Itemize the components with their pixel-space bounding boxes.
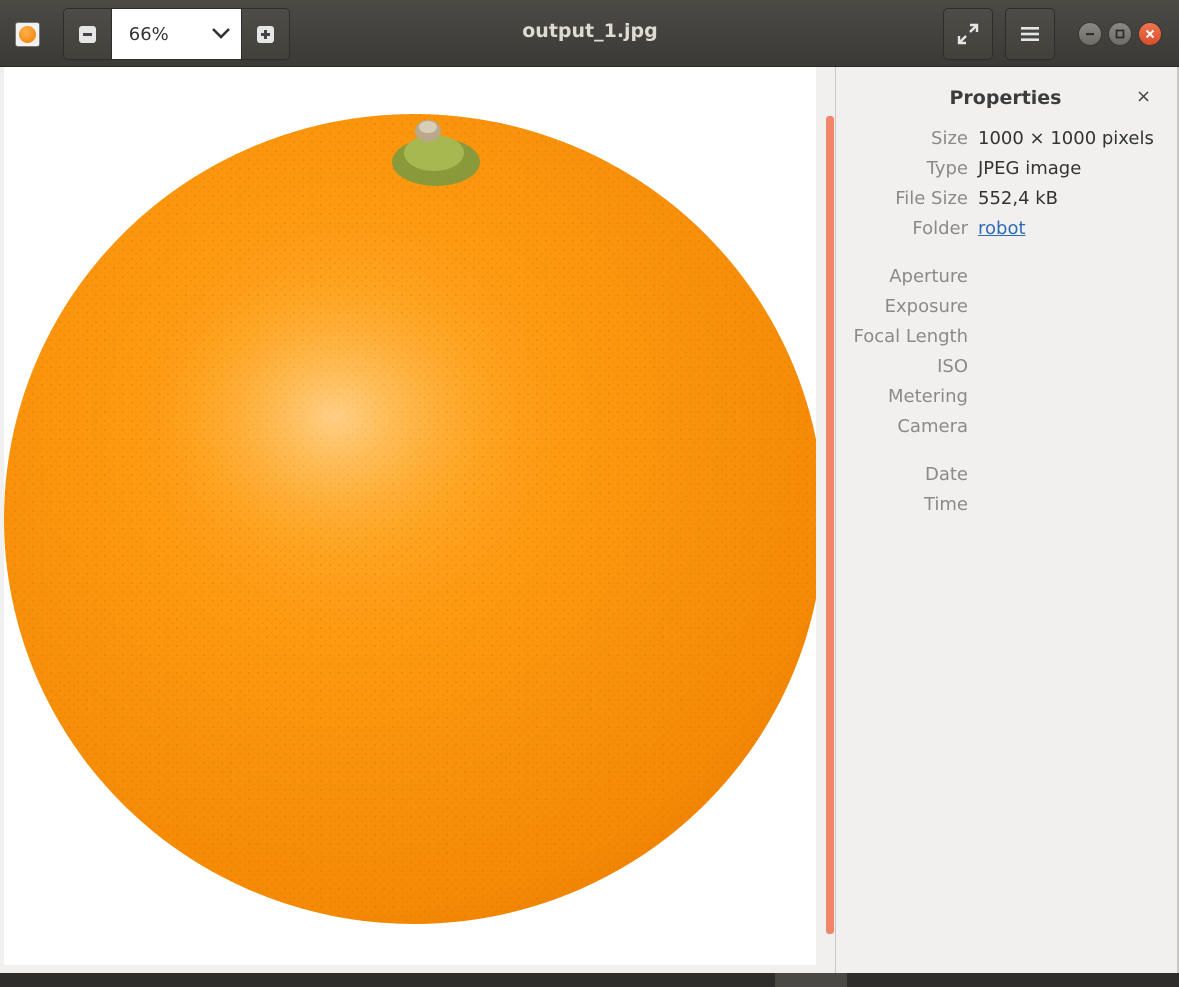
prop-label-exposure: Exposure xyxy=(884,296,968,317)
prop-label-file-size: File Size xyxy=(895,188,968,209)
prop-label-iso: ISO xyxy=(937,356,968,377)
prop-row-size: Size 1000 × 1000 pixels xyxy=(836,128,1177,154)
prop-row-type: Type JPEG image xyxy=(836,158,1177,184)
prop-label-camera: Camera xyxy=(897,416,968,437)
prop-row-date: Date xyxy=(836,464,1177,490)
zoom-level-combo[interactable]: 66% xyxy=(111,9,242,59)
menu-button[interactable] xyxy=(1005,8,1055,60)
prop-row-metering: Metering xyxy=(836,386,1177,412)
prop-row-time: Time xyxy=(836,494,1177,520)
prop-label-time: Time xyxy=(923,494,968,515)
zoom-out-button[interactable] xyxy=(64,9,112,59)
prop-row-iso: ISO xyxy=(836,356,1177,382)
properties-sidebar: Properties × Size 1000 × 1000 pixels Typ… xyxy=(836,67,1177,973)
folder-link[interactable]: robot xyxy=(978,218,1026,239)
prop-row-camera: Camera xyxy=(836,416,1177,442)
fullscreen-button[interactable] xyxy=(943,8,993,60)
vertical-scrollbar[interactable] xyxy=(826,116,834,934)
close-icon xyxy=(1145,29,1155,39)
zoom-level-value: 66% xyxy=(128,23,169,45)
zoom-in-button[interactable] xyxy=(241,9,289,59)
hamburger-icon xyxy=(1021,27,1039,41)
properties-title: Properties xyxy=(949,87,1062,109)
expand-icon xyxy=(957,23,979,45)
prop-label-focal-length: Focal Length xyxy=(853,326,968,347)
properties-close-button[interactable]: × xyxy=(1136,86,1151,107)
image-canvas[interactable] xyxy=(4,67,816,965)
prop-row-aperture: Aperture xyxy=(836,266,1177,292)
prop-value-size: 1000 × 1000 pixels xyxy=(978,128,1154,149)
maximize-icon xyxy=(1115,29,1125,39)
prop-value-type: JPEG image xyxy=(978,158,1082,179)
prop-label-aperture: Aperture xyxy=(889,266,968,287)
orange-photo xyxy=(4,114,816,924)
prop-label-metering: Metering xyxy=(888,386,968,407)
prop-row-file-size: File Size 552,4 kB xyxy=(836,188,1177,214)
minus-square-icon xyxy=(78,25,96,43)
prop-label-type: Type xyxy=(926,158,968,179)
close-button[interactable] xyxy=(1138,22,1162,46)
prop-value-file-size: 552,4 kB xyxy=(978,188,1059,209)
taskbar-strip xyxy=(0,973,1179,987)
prop-label-size: Size xyxy=(931,128,968,149)
minimize-icon xyxy=(1086,33,1094,36)
window-controls xyxy=(1078,22,1162,46)
maximize-button[interactable] xyxy=(1108,22,1132,46)
prop-label-folder: Folder xyxy=(912,218,968,239)
chevron-down-icon[interactable] xyxy=(211,26,231,40)
prop-row-folder: Folder robot xyxy=(836,218,1177,244)
zoom-control: 66% xyxy=(63,8,290,60)
image-viewer-app-icon[interactable] xyxy=(15,22,40,47)
prop-row-focal-length: Focal Length xyxy=(836,326,1177,352)
prop-row-exposure: Exposure xyxy=(836,296,1177,322)
taskbar-active-item[interactable] xyxy=(775,973,847,987)
plus-square-icon xyxy=(257,25,275,43)
window-title: output_1.jpg xyxy=(522,20,658,42)
minimize-button[interactable] xyxy=(1078,22,1102,46)
image-view[interactable] xyxy=(0,67,837,973)
header-bar: 66% output_1.jpg xyxy=(0,0,1179,67)
prop-label-date: Date xyxy=(924,464,968,485)
